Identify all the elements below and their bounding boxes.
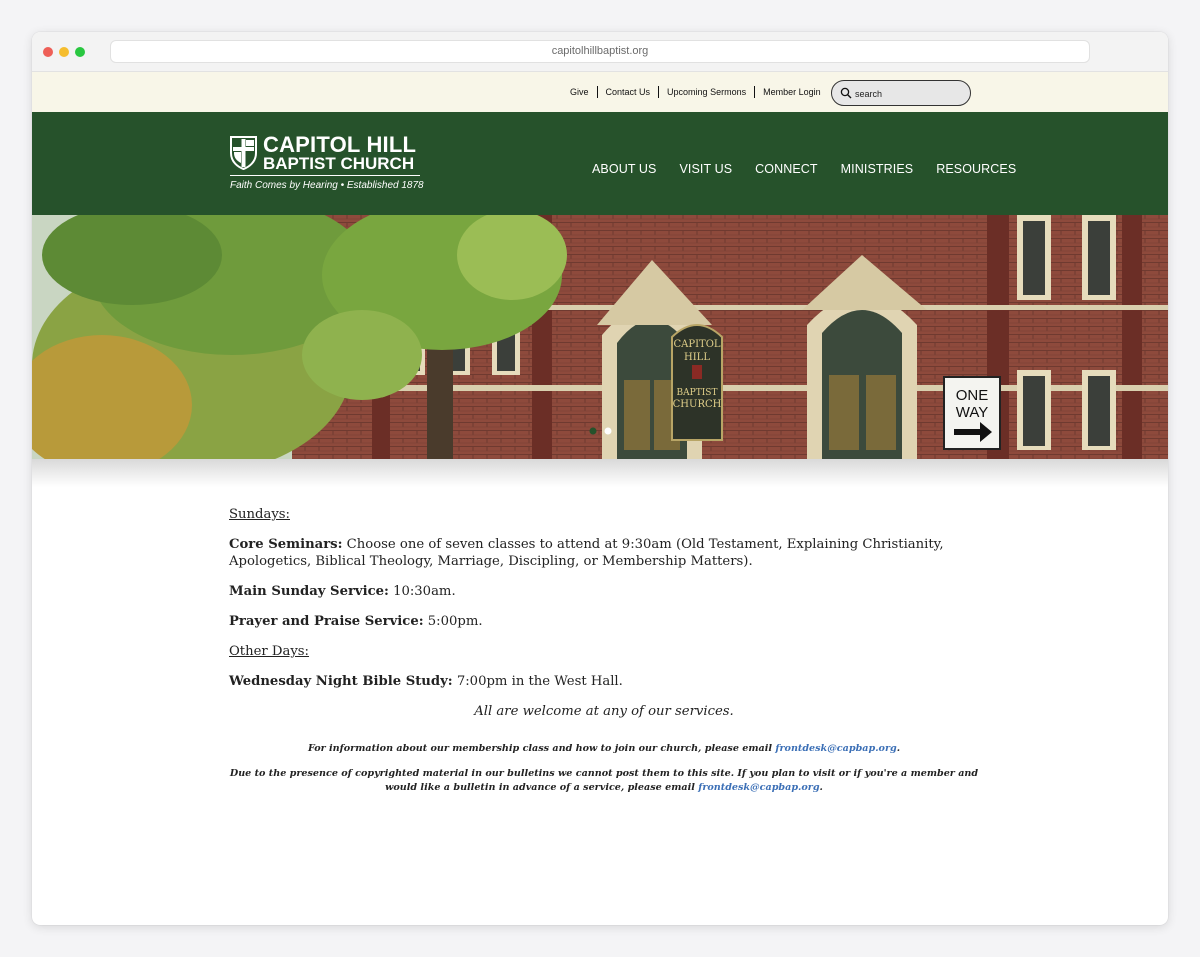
shield-cross-icon (230, 136, 257, 170)
nav-ministries[interactable]: MINISTRIES (841, 162, 914, 176)
hero-shadow (32, 459, 1168, 487)
core-seminars-paragraph: Core Seminars: Choose one of seven class… (229, 536, 979, 570)
member-login-link[interactable]: Member Login (754, 86, 829, 98)
logo-line1: CAPITOL HILL (263, 132, 417, 157)
give-link[interactable]: Give (565, 86, 597, 98)
svg-text:WAY: WAY (956, 404, 989, 421)
church-building-photo: CAPITOL HILL BAPTIST CHURCH ONE WAY (32, 215, 1168, 459)
church-sign-graphic: CAPITOL HILL BAPTIST CHURCH (671, 324, 723, 441)
bulletin-note: Due to the presence of copyrighted mater… (229, 767, 979, 795)
other-days-heading: Other Days: (229, 644, 310, 659)
close-window-button[interactable] (43, 47, 53, 57)
utility-links: Give Contact Us Upcoming Sermons Member … (565, 85, 829, 99)
nav-visit-us[interactable]: VISIT US (679, 162, 732, 176)
church-logo[interactable]: CAPITOL HILL BAPTIST CHURCH Faith Comes … (230, 134, 425, 194)
address-bar[interactable]: capitolhillbaptist.org (110, 40, 1090, 63)
bible-study-label: Wednesday Night Bible Study: (229, 674, 453, 689)
main-service-time: 10:30am. (388, 584, 456, 599)
main-service-paragraph: Main Sunday Service: 10:30am. (229, 583, 979, 600)
nav-connect[interactable]: CONNECT (755, 162, 818, 176)
nav-about-us[interactable]: ABOUT US (592, 162, 656, 176)
core-seminars-label: Core Seminars: (229, 537, 343, 552)
svg-text:CHURCH: CHURCH (673, 399, 722, 410)
svg-text:ONE: ONE (956, 387, 989, 404)
browser-window: capitolhillbaptist.org Give Contact Us U… (32, 32, 1168, 925)
bulletin-email-link[interactable]: frontdesk@capbap.org (698, 782, 819, 793)
prayer-service-time: 5:00pm. (423, 614, 483, 629)
site-header: CAPITOL HILL BAPTIST CHURCH Faith Comes … (32, 112, 1168, 215)
main-nav: ABOUT US VISIT US CONNECT MINISTRIES RES… (592, 162, 1039, 176)
service-times-content: Sundays: Core Seminars: Choose one of se… (229, 506, 979, 806)
search-icon (840, 87, 852, 99)
membership-note-text: For information about our membership cla… (307, 743, 776, 754)
search-input[interactable] (855, 85, 963, 102)
main-service-label: Main Sunday Service: (229, 584, 389, 599)
svg-text:CAPITOL: CAPITOL (673, 339, 720, 350)
svg-text:BAPTIST: BAPTIST (677, 388, 718, 398)
one-way-sign-graphic: ONE WAY (943, 376, 1001, 450)
prayer-service-label: Prayer and Praise Service: (229, 614, 424, 629)
search-box[interactable] (831, 80, 971, 106)
svg-text:HILL: HILL (684, 352, 710, 363)
membership-note: For information about our membership cla… (229, 742, 979, 756)
welcome-message: All are welcome at any of our services. (474, 704, 734, 719)
nav-resources[interactable]: RESOURCES (936, 162, 1016, 176)
maximize-window-button[interactable] (75, 47, 85, 57)
contact-us-link[interactable]: Contact Us (596, 86, 659, 98)
logo-line2: BAPTIST CHURCH (263, 154, 415, 173)
slide-dot-2[interactable] (604, 427, 612, 435)
slide-dot-1[interactable] (589, 427, 597, 435)
prayer-service-paragraph: Prayer and Praise Service: 5:00pm. (229, 613, 979, 630)
logo-divider (230, 175, 420, 176)
browser-chrome: capitolhillbaptist.org (32, 32, 1168, 72)
minimize-window-button[interactable] (59, 47, 69, 57)
bible-study-time: 7:00pm in the West Hall. (452, 674, 623, 689)
hero-slideshow: CAPITOL HILL BAPTIST CHURCH ONE WAY (32, 215, 1168, 459)
utility-bar: Give Contact Us Upcoming Sermons Member … (32, 72, 1168, 112)
membership-email-link[interactable]: frontdesk@capbap.org (775, 743, 896, 754)
bulletin-note-text: Due to the presence of copyrighted mater… (229, 768, 979, 793)
upcoming-sermons-link[interactable]: Upcoming Sermons (658, 86, 754, 98)
sundays-heading: Sundays: (229, 507, 290, 522)
bible-study-paragraph: Wednesday Night Bible Study: 7:00pm in t… (229, 673, 979, 690)
logo-tagline: Faith Comes by Hearing • Established 187… (230, 180, 424, 191)
membership-note-end: . (896, 743, 901, 754)
bulletin-note-end: . (819, 782, 823, 793)
